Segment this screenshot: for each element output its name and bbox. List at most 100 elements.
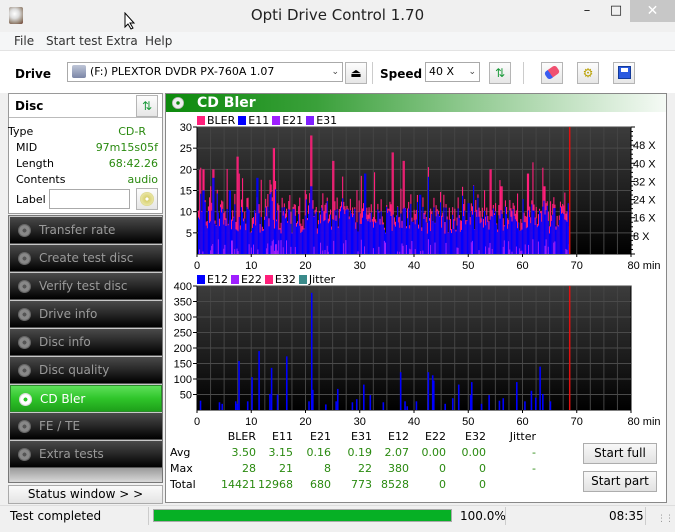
minimize-button[interactable]: – [572,0,602,22]
e21-bar [502,246,504,254]
nav-create-test-disc[interactable]: Create test disc [10,245,162,272]
e11-bar [533,210,535,254]
e21-bar [430,244,432,254]
e21-bar [224,244,226,254]
e11-bar [246,206,248,254]
e12-bar [312,389,314,410]
drive-select[interactable]: (F:) PLEXTOR DVDR PX-760A 1.07 ⌄ [67,62,343,82]
start-part-button[interactable]: Start part [583,471,657,492]
e11-bar [413,220,415,254]
e11-bar [534,224,536,254]
e11-bar [479,223,481,254]
erase-button[interactable] [541,62,563,84]
chevron-down-icon: ⌄ [331,67,339,77]
e11-bar [512,209,514,254]
start-full-button[interactable]: Start full [583,443,657,464]
e12-bar [488,395,490,410]
nav-disc-quality[interactable]: Disc quality [10,357,162,384]
close-button[interactable]: ✕ [630,0,675,22]
menu-extra[interactable]: Extra [106,34,138,48]
e11-bar [338,218,340,254]
e11-bar [284,218,286,254]
resize-grip-icon[interactable]: ⋮⋮ [657,514,674,524]
nav-extra-tests[interactable]: Extra tests [10,441,162,468]
refresh-disc-button[interactable]: ⇅ [136,95,158,117]
menu-help[interactable]: Help [145,34,172,48]
e21-bar [273,250,275,254]
e11-bar [207,210,209,254]
e11-bar [287,222,289,254]
speed-select[interactable]: 40 X ⌄ [425,62,480,82]
e11-bar [397,206,399,254]
nav-disc-info[interactable]: Disc info [10,329,162,356]
e11-bar [442,216,444,254]
e11-bar [366,219,368,254]
e11-bar [347,209,349,254]
e11-bar [529,217,531,254]
x-tick-label: 80 min [627,260,660,270]
e12-bar [534,397,537,410]
e11-bar [376,222,378,254]
disc-icon [19,393,32,406]
e21-bar [414,249,416,254]
e11-bar [205,225,207,254]
e21-bar [521,250,523,254]
stats-header-e32: E32 [465,430,486,443]
e21-bar [357,251,359,254]
e11-bar [464,210,466,254]
e21-bar [217,239,219,254]
disc-label-input[interactable] [49,189,130,209]
disc-contents-row: Contents audio [16,173,158,186]
disc-title: Disc [15,99,44,113]
e21-bar [271,241,273,254]
save-button[interactable] [613,62,635,84]
nav-drive-info[interactable]: Drive info [10,301,162,328]
e11-bar [429,220,431,254]
e11-bar [425,222,427,254]
status-window-button[interactable]: Status window > > [8,485,163,504]
e21-bar [277,250,279,254]
status-divider [148,507,149,525]
refresh-speed-button[interactable]: ⇅ [489,62,511,84]
e11-bar [433,207,435,254]
e21-bar [266,248,268,254]
e11-bar [206,228,208,254]
e21-bar [405,244,407,254]
e11-bar [377,209,379,254]
x-tick-label: 10 [245,416,257,428]
e11-bar [449,230,451,254]
e11-bar [399,227,401,254]
maximize-button[interactable]: □ [602,0,630,22]
e21-bar [202,251,204,254]
e11-bar [546,205,548,254]
e11-bar [523,222,525,254]
e21-bar [364,246,366,254]
e11-bar [316,233,318,254]
e11-bar [315,211,317,254]
e11-bar [374,221,376,254]
disc-label-button[interactable] [136,188,158,210]
disc-icon [18,280,31,293]
e11-bar [521,229,523,254]
settings-button[interactable]: ⚙ [577,62,599,84]
eject-button[interactable]: ⏏ [345,62,367,84]
nav-transfer-rate[interactable]: Transfer rate [10,217,162,244]
e11-bar [506,214,508,254]
menu-file[interactable]: File [14,34,34,48]
nav-cd-bler[interactable]: CD Bler [10,385,162,412]
nav-label: Transfer rate [39,223,116,237]
nav-fe-te[interactable]: FE / TE [10,413,162,440]
e11-bar [304,215,306,254]
e12-bar [270,367,273,410]
progress-fill [154,510,451,521]
drive-icon [72,65,86,78]
e11-bar [247,208,249,254]
e11-bar [221,212,223,254]
nav-label: Verify test disc [39,279,128,293]
e12-bar [515,382,518,410]
e11-bar [273,228,275,254]
nav-verify-test-disc[interactable]: Verify test disc [10,273,162,300]
e11-bar [342,198,344,254]
e12-bar [351,402,354,410]
menu-start-test[interactable]: Start test [46,34,102,48]
